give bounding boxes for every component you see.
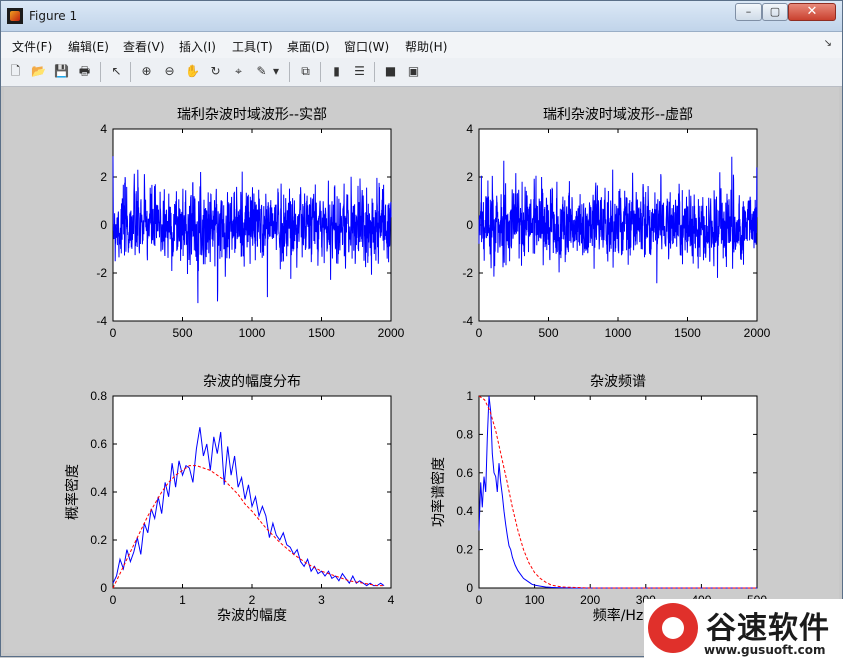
colorbar-icon[interactable]: ▮ xyxy=(328,63,345,80)
x-tick-label: 3 xyxy=(318,593,325,607)
y-tick-label: 0.8 xyxy=(456,427,473,441)
menu-help[interactable]: 帮助(H) xyxy=(405,38,447,55)
x-tick-label: 200 xyxy=(580,593,600,607)
x-tick-label: 1500 xyxy=(674,326,701,340)
x-axis-label: 杂波的幅度 xyxy=(217,608,287,624)
x-tick-label: 500 xyxy=(538,326,558,340)
menu-bar: 文件(F) 编辑(E) 查看(V) 插入(I) 工具(T) 桌面(D) 窗口(W… xyxy=(1,32,842,59)
y-tick-label: 0.4 xyxy=(90,485,107,499)
menu-window[interactable]: 窗口(W) xyxy=(344,38,389,55)
x-tick-label: 4 xyxy=(388,593,395,607)
y-tick-label: 0.4 xyxy=(456,504,473,518)
matlab-logo-icon xyxy=(7,8,23,24)
axes-box xyxy=(478,395,758,589)
rotate-3d-icon[interactable]: ↻ xyxy=(207,63,224,80)
figure-window: Figure 1 – ▢ ✕ 文件(F) 编辑(E) 查看(V) 插入(I) 工… xyxy=(0,0,843,658)
y-tick-label: 0.6 xyxy=(90,437,107,451)
watermark-logo: 谷速软件 www.gusuoft.com xyxy=(644,599,843,658)
x-tick-label: 2000 xyxy=(378,326,405,340)
save-icon[interactable]: 💾 xyxy=(53,63,70,80)
menu-view[interactable]: 查看(V) xyxy=(123,38,165,55)
x-tick-label: 2000 xyxy=(744,326,771,340)
close-icon: ✕ xyxy=(806,4,818,19)
dropdown-arrow-icon[interactable]: ▾ xyxy=(271,63,281,80)
toolbar-separator xyxy=(289,62,290,82)
x-tick-label: 1 xyxy=(179,593,186,607)
x-tick-label: 500 xyxy=(172,326,192,340)
pointer-icon[interactable]: ↖ xyxy=(108,63,125,80)
y-tick-label: 4 xyxy=(466,122,473,136)
y-axis-label: 概率密度 xyxy=(64,464,81,520)
y-tick-label: 4 xyxy=(100,122,107,136)
x-tick-label: 1000 xyxy=(239,326,266,340)
y-tick-label: 2 xyxy=(100,170,107,184)
data-cursor-icon[interactable]: ⌖ xyxy=(230,63,247,80)
x-tick-label: 1000 xyxy=(605,326,632,340)
y-tick-label: -4 xyxy=(462,314,473,328)
show-plot-tools-icon[interactable]: ▣ xyxy=(405,63,422,80)
close-button[interactable]: ✕ xyxy=(788,3,836,21)
y-tick-label: -2 xyxy=(462,266,473,280)
y-tick-label: 0 xyxy=(466,218,473,232)
pan-icon[interactable]: ✋ xyxy=(184,63,201,80)
y-tick-label: 0 xyxy=(466,581,473,595)
toolbar-separator xyxy=(374,62,375,82)
toolbar-separator xyxy=(100,62,101,82)
open-file-icon[interactable]: 📂 xyxy=(30,63,47,80)
chart-title: 杂波的幅度分布 xyxy=(203,374,301,390)
y-tick-label: 0.6 xyxy=(456,466,473,480)
y-tick-label: 0 xyxy=(100,218,107,232)
y-tick-label: 0.2 xyxy=(90,533,107,547)
watermark-brand: 谷速软件 xyxy=(706,611,830,646)
x-tick-label: 0 xyxy=(476,326,483,340)
menu-overflow-icon[interactable]: ↘ xyxy=(824,38,832,49)
x-tick-label: 2 xyxy=(249,593,256,607)
x-tick-label: 0 xyxy=(110,593,117,607)
brush-icon[interactable]: ✎ xyxy=(253,63,270,80)
menu-edit[interactable]: 编辑(E) xyxy=(68,38,109,55)
maximize-icon: ▢ xyxy=(769,5,781,18)
figure-toolbar: 🗋 📂 💾 🖶 ↖ ⊕ ⊖ ✋ ↻ ⌖ ✎ ▾ ⧉ ▮ ☰ ■ ▣ xyxy=(1,58,842,87)
y-tick-label: 2 xyxy=(466,170,473,184)
new-file-icon[interactable]: 🗋 xyxy=(7,63,24,80)
toolbar-separator xyxy=(130,62,131,82)
y-axis-label: 功率谱密度 xyxy=(430,457,447,527)
x-axis-label: 频率/Hz xyxy=(593,607,644,624)
menu-desktop[interactable]: 桌面(D) xyxy=(287,38,330,55)
toolbar-separator xyxy=(320,62,321,82)
menu-file[interactable]: 文件(F) xyxy=(12,38,52,55)
hide-plot-tools-icon[interactable]: ■ xyxy=(382,63,399,80)
y-tick-label: 1 xyxy=(466,389,473,403)
minimize-icon: – xyxy=(745,5,752,18)
y-tick-label: -2 xyxy=(96,266,107,280)
maximize-button[interactable]: ▢ xyxy=(762,3,788,21)
legend-icon[interactable]: ☰ xyxy=(351,63,368,80)
menu-tools[interactable]: 工具(T) xyxy=(232,38,273,55)
plots-svg: 0 500 1000 1500 2000-4-2024瑞利杂波时域波形--实部0 500 1… xyxy=(64,107,771,624)
menu-insert[interactable]: 插入(I) xyxy=(179,38,216,55)
y-tick-label: 0.2 xyxy=(456,543,473,557)
y-tick-label: 0 xyxy=(100,581,107,595)
figure-canvas: 0 500 1000 1500 2000 -4 -2 0 2 4 瑞利杂波时域波形--实部 0 500 1… xyxy=(4,87,839,653)
x-tick-label: 100 xyxy=(525,593,545,607)
chart-title: 瑞利杂波时域波形--虚部 xyxy=(543,107,693,123)
x-tick-label: 0 xyxy=(476,593,483,607)
zoom-in-icon[interactable]: ⊕ xyxy=(138,63,155,80)
brand-logo-icon xyxy=(648,603,698,653)
print-icon[interactable]: 🖶 xyxy=(76,63,93,80)
y-tick-label: -4 xyxy=(96,314,107,328)
minimize-button[interactable]: – xyxy=(735,3,762,21)
axes-box xyxy=(112,395,392,589)
watermark-url: www.gusuoft.com xyxy=(704,643,826,657)
chart-title: 杂波频谱 xyxy=(590,374,646,390)
x-tick-label: 1500 xyxy=(308,326,335,340)
zoom-out-icon[interactable]: ⊖ xyxy=(161,63,178,80)
window-title: Figure 1 xyxy=(29,9,78,23)
link-plot-icon[interactable]: ⧉ xyxy=(297,63,314,80)
chart-title: 瑞利杂波时域波形--实部 xyxy=(177,107,327,123)
title-bar[interactable]: Figure 1 – ▢ ✕ xyxy=(1,1,842,32)
y-tick-label: 0.8 xyxy=(90,389,107,403)
x-tick-label: 0 xyxy=(110,326,117,340)
